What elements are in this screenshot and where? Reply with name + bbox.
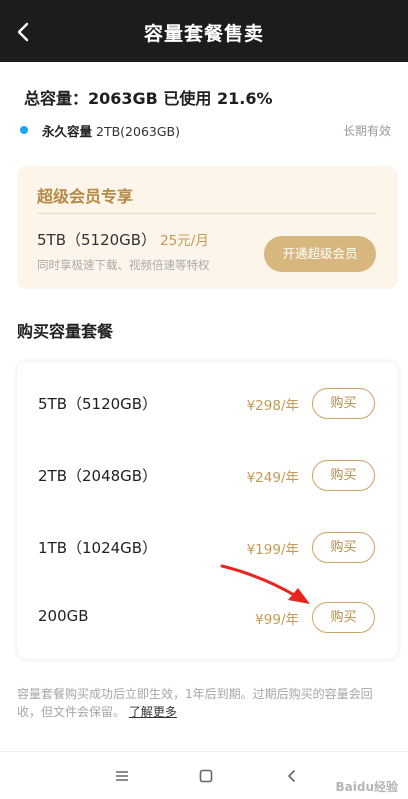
footnote: 容量套餐购买成功后立即生效，1年后到期。过期后购买的容量会回收，但文件会保留。 … (17, 685, 393, 721)
vip-plan: 5TB（5120GB） 25元/月 (37, 229, 209, 250)
plan-row: 2TB（2048GB） ¥249/年 购买 (17, 455, 398, 495)
vip-plan-price: 25元/月 (160, 233, 209, 249)
plan-price: ¥99/年 (255, 612, 299, 628)
vip-plan-size: 5TB（5120GB） (37, 231, 157, 249)
home-square-icon[interactable] (198, 768, 214, 784)
open-vip-button[interactable]: 开通超级会员 (264, 236, 376, 272)
plan-row: 200GB ¥99/年 购买 (17, 597, 398, 637)
plan-price: ¥249/年 (246, 470, 299, 486)
buy-button[interactable]: 购买 (312, 532, 375, 563)
footnote-text: 容量套餐购买成功后立即生效，1年后到期。过期后购买的容量会回收，但文件会保留。 (17, 687, 373, 719)
vip-description: 同时享极速下载、视频倍速等特权 (37, 258, 210, 272)
permanent-capacity: 永久容量 2TB(2063GB) (42, 121, 180, 140)
menu-icon[interactable] (114, 768, 130, 784)
plan-row: 5TB（5120GB） ¥298/年 购买 (17, 383, 398, 423)
buy-button[interactable]: 购买 (312, 460, 375, 491)
watermark: Baidu经验 (335, 780, 399, 794)
buy-button[interactable]: 购买 (312, 388, 375, 419)
permanent-capacity-detail: 2TB(2063GB) (96, 124, 180, 139)
back-chevron-icon[interactable] (284, 768, 300, 784)
plan-name: 2TB（2048GB） (38, 467, 158, 485)
permanent-capacity-label: 永久容量 (42, 124, 93, 139)
vip-card: 超级会员专享 5TB（5120GB） 25元/月 同时享极速下载、视频倍速等特权 … (17, 166, 398, 289)
permanent-validity: 长期有效 (342, 124, 391, 138)
total-capacity: 总容量：2063GB 已使用 21.6% (24, 89, 273, 108)
buy-button[interactable]: 购买 (312, 602, 375, 633)
header-bar: 容量套餐售卖 (0, 0, 408, 62)
section-title: 购买容量套餐 (17, 322, 114, 341)
learn-more-link[interactable]: 了解更多 (129, 705, 177, 719)
vip-title: 超级会员专享 (37, 187, 134, 206)
plan-name: 200GB (38, 607, 89, 625)
status-dot (20, 126, 28, 134)
annotation-arrow-icon (220, 564, 310, 604)
plan-price: ¥298/年 (246, 398, 299, 414)
plans-card: 5TB（5120GB） ¥298/年 购买 2TB（2048GB） ¥249/年… (17, 362, 398, 659)
page-title: 容量套餐售卖 (143, 23, 264, 45)
vip-divider (37, 213, 376, 214)
plan-name: 5TB（5120GB） (38, 395, 158, 413)
plan-row: 1TB（1024GB） ¥199/年 购买 (17, 527, 398, 567)
plan-name: 1TB（1024GB） (38, 539, 158, 557)
plan-price: ¥199/年 (246, 542, 299, 558)
